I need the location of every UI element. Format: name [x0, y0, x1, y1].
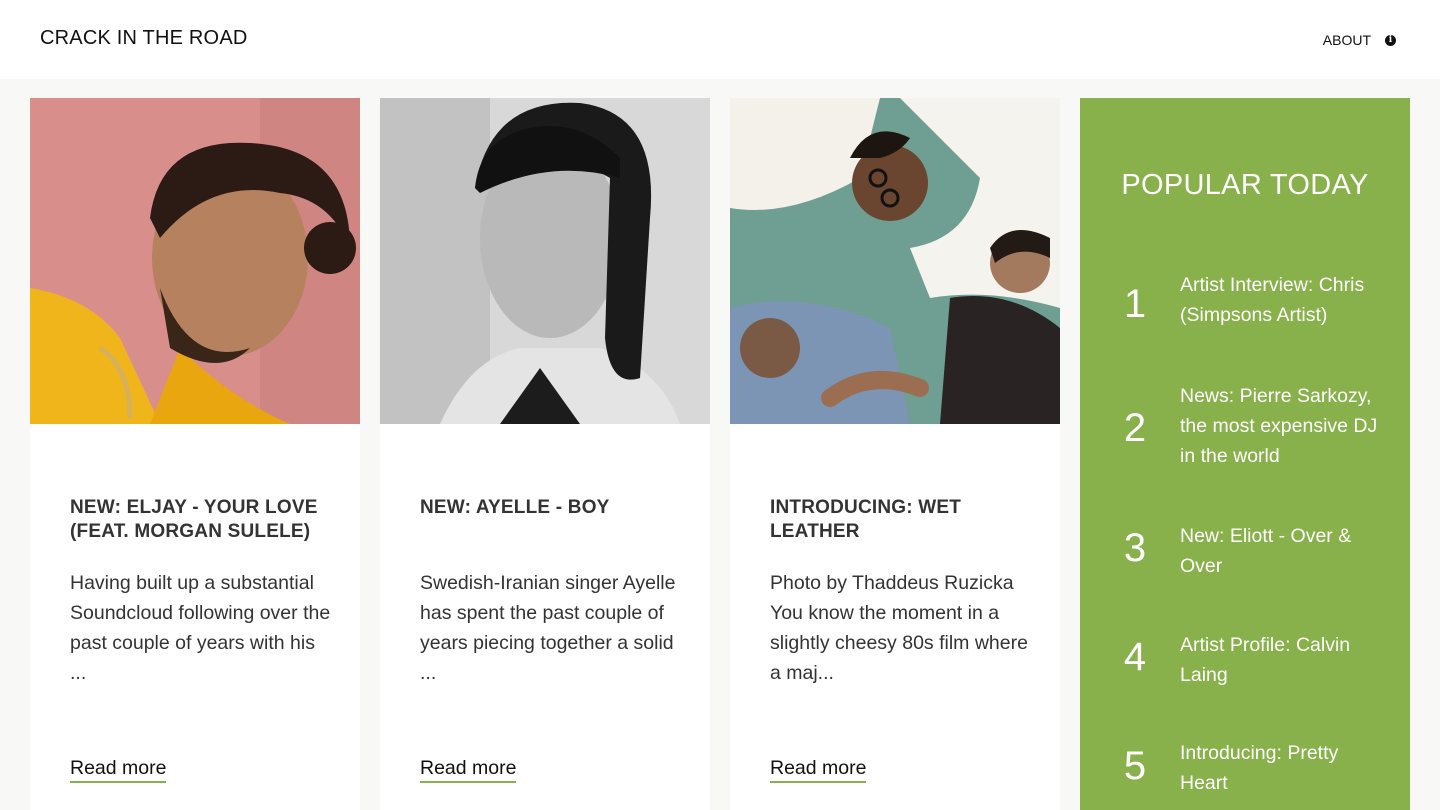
site-header: CRACK IN THE ROAD ABOUT i: [0, 0, 1440, 79]
popular-rank: 3: [1123, 526, 1147, 570]
article-image[interactable]: [380, 98, 710, 424]
popular-item-title[interactable]: Artist Interview: Chris (Simpsons Artist…: [1180, 270, 1390, 330]
read-more-link[interactable]: Read more: [70, 756, 167, 783]
article-card: INTRODUCING: WET LEATHER Photo by Thadde…: [730, 98, 1060, 810]
article-image[interactable]: [30, 98, 360, 424]
popular-item-title[interactable]: New: Eliott - Over & Over: [1180, 521, 1390, 581]
about-label[interactable]: ABOUT: [1323, 32, 1371, 48]
popular-today-panel: POPULAR TODAY 1 Artist Interview: Chris …: [1080, 98, 1410, 810]
article-title[interactable]: NEW: ELJAY - YOUR LOVE (FEAT. MORGAN SUL…: [70, 496, 330, 544]
popular-item-title[interactable]: Introducing: Pretty Heart: [1180, 738, 1390, 798]
article-excerpt: Photo by Thaddeus Ruzicka You know the m…: [770, 572, 1028, 684]
article-title[interactable]: NEW: AYELLE - BOY: [420, 496, 680, 520]
portrait-photo-1[interactable]: [30, 98, 360, 424]
popular-title: POPULAR TODAY: [1121, 169, 1369, 201]
popular-rank: 1: [1123, 282, 1147, 326]
popular-rank: 4: [1123, 635, 1147, 679]
info-icon[interactable]: i: [1385, 34, 1396, 46]
about-link[interactable]: ABOUT i: [1323, 32, 1396, 48]
site-logo[interactable]: CRACK IN THE ROAD: [40, 27, 248, 50]
popular-item-title[interactable]: News: Pierre Sarkozy, the most expensive…: [1180, 381, 1390, 471]
article-excerpt: Having built up a substantial Soundcloud…: [70, 572, 331, 684]
article-card: NEW: AYELLE - BOY Swedish-Iranian singer…: [380, 98, 710, 810]
popular-rank: 5: [1123, 744, 1147, 788]
band-photo[interactable]: [730, 98, 1060, 424]
article-card: NEW: ELJAY - YOUR LOVE (FEAT. MORGAN SUL…: [30, 98, 360, 810]
popular-item-title[interactable]: Artist Profile: Calvin Laing: [1180, 630, 1390, 690]
article-image[interactable]: [730, 98, 1060, 424]
article-excerpt: Swedish-Iranian singer Ayelle has spent …: [420, 572, 676, 684]
article-title[interactable]: INTRODUCING: WET LEATHER: [770, 496, 1030, 544]
read-more-link[interactable]: Read more: [420, 756, 517, 783]
popular-rank: 2: [1123, 406, 1147, 450]
portrait-photo-2[interactable]: [380, 98, 710, 424]
read-more-link[interactable]: Read more: [770, 756, 867, 783]
